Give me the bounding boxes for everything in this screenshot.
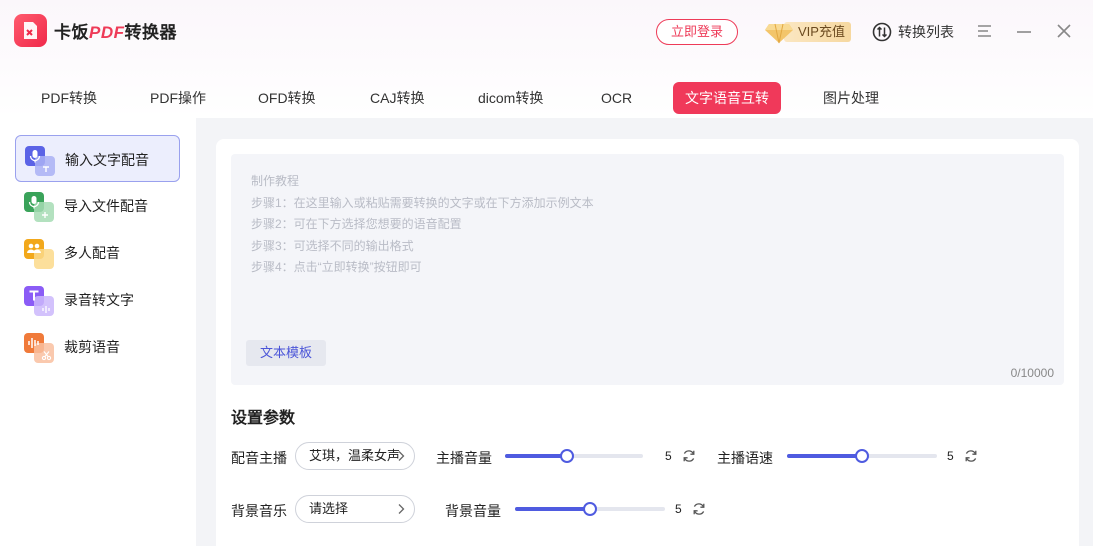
tab-ofd-convert[interactable]: OFD转换 xyxy=(258,82,316,114)
text-template-button[interactable]: 文本模板 xyxy=(246,340,326,366)
voice-label: 配音主播 xyxy=(231,450,287,466)
reset-icon[interactable] xyxy=(682,449,696,463)
login-button[interactable]: 立即登录 xyxy=(656,19,738,45)
tab-image-process[interactable]: 图片处理 xyxy=(823,82,879,114)
sidebar-item-label: 录音转文字 xyxy=(64,292,134,308)
sidebar: 输入文字配音 导入文件配音 多人配音 录音转文字 裁剪语音 xyxy=(0,118,196,546)
chevron-right-icon xyxy=(398,451,405,461)
conversion-list-label: 转换列表 xyxy=(898,24,954,40)
vip-diamond-icon xyxy=(765,23,793,44)
text-audio-icon xyxy=(24,286,54,316)
mic-add-icon xyxy=(24,192,54,222)
anchor-speed-slider[interactable] xyxy=(787,449,937,463)
bgm-label: 背景音乐 xyxy=(231,503,287,519)
tutorial-step: 步骤3：可选择不同的输出格式 xyxy=(251,238,414,253)
slider-fill xyxy=(505,454,568,458)
slider-handle[interactable] xyxy=(560,449,575,463)
bgm-volume-label: 背景音量 xyxy=(445,503,501,519)
bgm-select-value: 请选择 xyxy=(309,501,349,516)
sidebar-item-label: 输入文字配音 xyxy=(65,152,149,168)
tab-pdf-operate[interactable]: PDF操作 xyxy=(150,82,206,114)
tutorial-step: 步骤1：在这里输入或粘贴需要转换的文字或在下方添加示例文本 xyxy=(251,195,594,210)
main-panel: 制作教程 步骤1：在这里输入或粘贴需要转换的文字或在下方添加示例文本 步骤2：可… xyxy=(216,139,1079,546)
close-icon[interactable] xyxy=(1055,22,1073,40)
mic-text-icon xyxy=(25,146,55,176)
slider-handle[interactable] xyxy=(583,502,597,516)
tab-ocr[interactable]: OCR xyxy=(601,82,632,114)
tutorial-step: 步骤4：点击“立即转换”按钮即可 xyxy=(251,260,422,274)
anchor-volume-value: 5 xyxy=(665,449,672,463)
slider-fill xyxy=(787,454,862,458)
audio-cut-icon xyxy=(24,333,54,363)
voice-select[interactable]: 艾琪，温柔女声 xyxy=(295,442,415,470)
people-icon xyxy=(24,239,54,269)
slider-fill xyxy=(515,507,590,511)
sidebar-item-audio-to-text[interactable]: 录音转文字 xyxy=(15,276,180,323)
sidebar-item-cut-audio[interactable]: 裁剪语音 xyxy=(15,323,180,370)
sidebar-item-multi-dubbing[interactable]: 多人配音 xyxy=(15,229,180,276)
bgm-volume-slider[interactable] xyxy=(515,502,665,516)
tab-text-speech[interactable]: 文字语音互转 xyxy=(673,82,781,114)
title-bar: 卡饭PDF转换器 立即登录 VIP充值 转换列表 PDF转换 PDF操作 OFD… xyxy=(0,0,1093,118)
tab-caj-convert[interactable]: CAJ转换 xyxy=(370,82,424,114)
app-logo-icon xyxy=(14,14,47,47)
reset-icon[interactable] xyxy=(964,449,978,463)
tab-pdf-convert[interactable]: PDF转换 xyxy=(41,82,97,114)
anchor-speed-value: 5 xyxy=(947,449,954,463)
tutorial-title: 制作教程 xyxy=(251,174,300,188)
conversion-list-icon xyxy=(872,22,892,42)
anchor-volume-slider[interactable] xyxy=(505,449,643,463)
sidebar-item-label: 导入文件配音 xyxy=(64,198,148,214)
anchor-speed-label: 主播语速 xyxy=(717,450,773,466)
bgm-volume-value: 5 xyxy=(675,502,682,516)
anchor-volume-label: 主播音量 xyxy=(436,450,492,466)
vip-label: VIP充值 xyxy=(784,22,851,42)
settings-title: 设置参数 xyxy=(231,410,296,427)
reset-icon[interactable] xyxy=(692,502,706,516)
sidebar-item-label: 多人配音 xyxy=(64,245,120,261)
tutorial-text: 制作教程 步骤1：在这里输入或粘贴需要转换的文字或在下方添加示例文本 步骤2：可… xyxy=(251,171,594,279)
main-tabs: PDF转换 PDF操作 OFD转换 CAJ转换 dicom转换 OCR 文字语音… xyxy=(0,82,1093,116)
text-input-area[interactable]: 制作教程 步骤1：在这里输入或粘贴需要转换的文字或在下方添加示例文本 步骤2：可… xyxy=(231,154,1064,385)
voice-select-value: 艾琪，温柔女声 xyxy=(309,448,401,463)
conversion-list-button[interactable]: 转换列表 xyxy=(872,22,954,42)
chevron-right-icon xyxy=(398,504,405,514)
menu-icon[interactable] xyxy=(976,22,994,40)
sidebar-item-text-dubbing[interactable]: 输入文字配音 xyxy=(15,135,180,182)
slider-handle[interactable] xyxy=(855,449,869,463)
app-title: 卡饭PDF转换器 xyxy=(54,23,177,42)
tab-dicom-convert[interactable]: dicom转换 xyxy=(478,82,543,114)
sidebar-item-file-dubbing[interactable]: 导入文件配音 xyxy=(15,182,180,229)
tutorial-step: 步骤2：可在下方选择您想要的语音配置 xyxy=(251,217,462,231)
bgm-select[interactable]: 请选择 xyxy=(295,495,415,523)
minimize-icon[interactable] xyxy=(1015,22,1033,40)
char-counter: 0/10000 xyxy=(1010,366,1054,380)
sidebar-item-label: 裁剪语音 xyxy=(64,339,120,355)
